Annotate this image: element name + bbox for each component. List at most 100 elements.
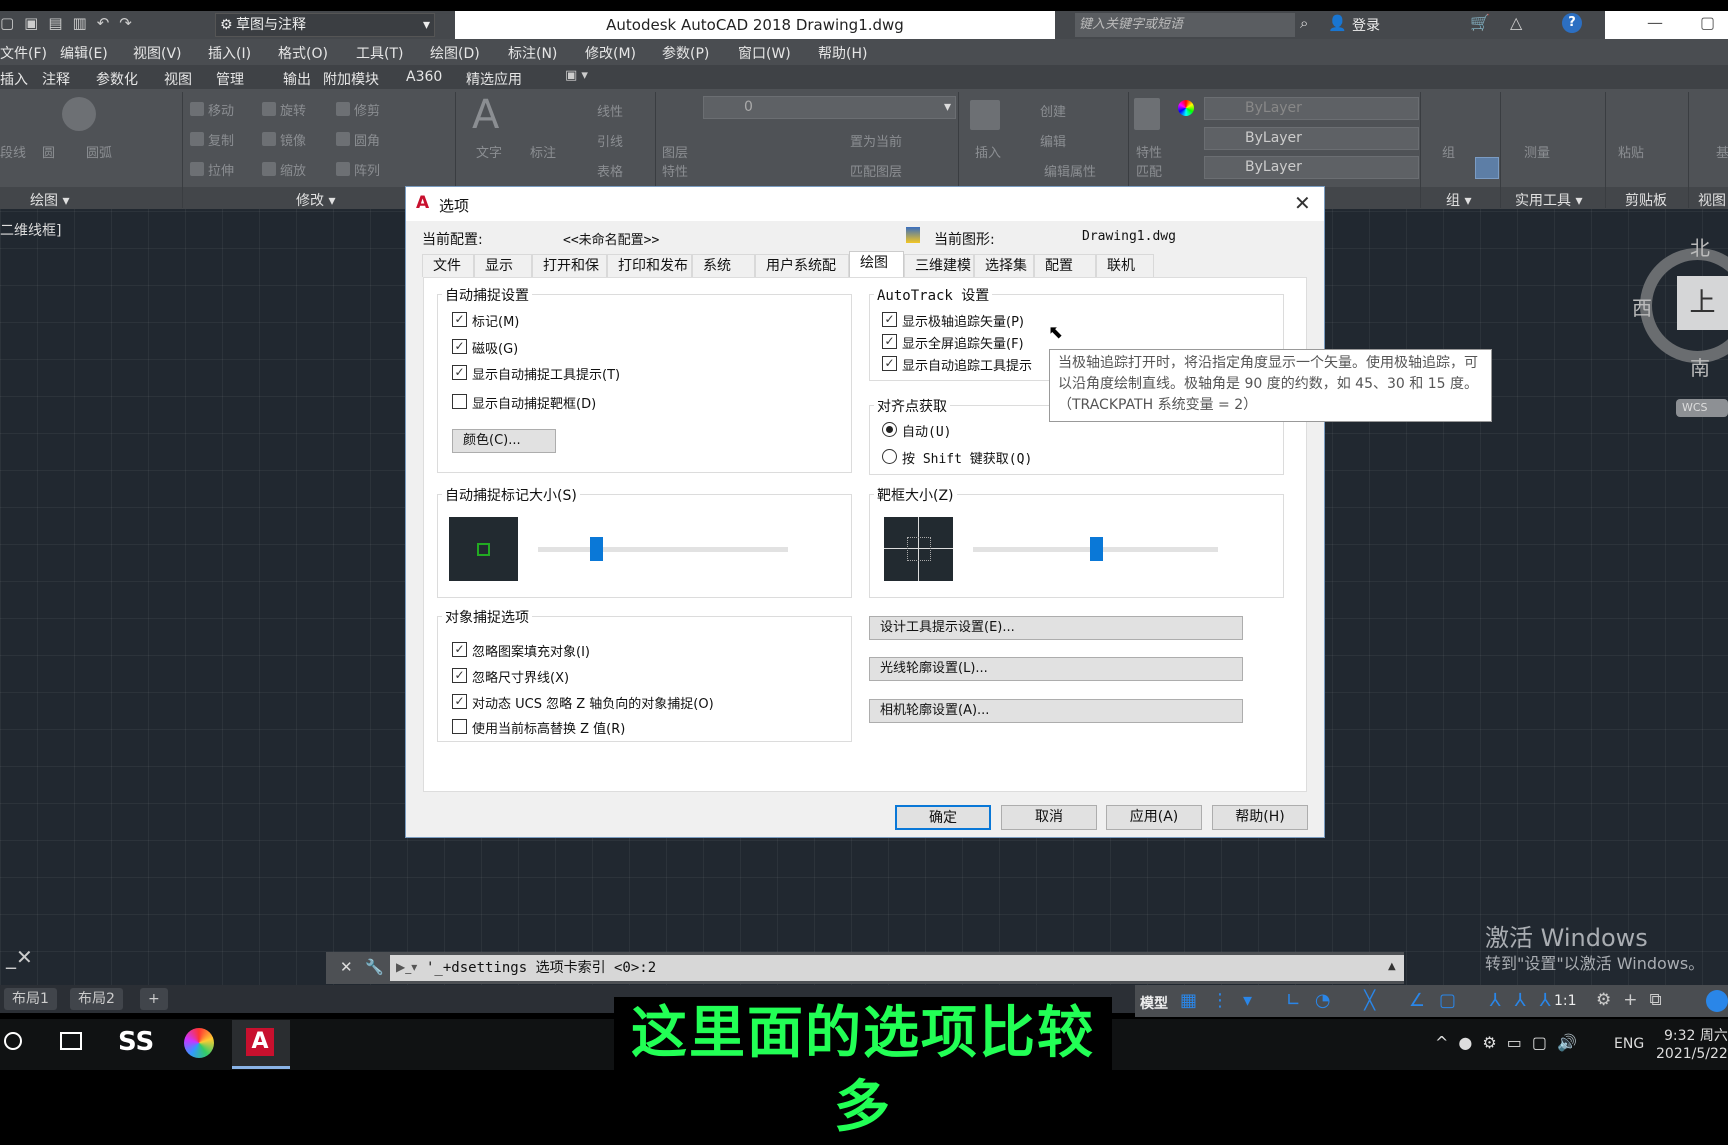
match-layer-button[interactable]: 匹配图层 bbox=[850, 161, 902, 180]
polyline-label[interactable]: 段线 bbox=[0, 142, 26, 161]
edit-attributes-button[interactable]: 编辑属性 bbox=[1044, 161, 1096, 180]
modify-tool-icon[interactable] bbox=[336, 162, 350, 176]
maximize-button[interactable]: ▢ bbox=[1700, 13, 1715, 32]
checkbox[interactable]: ✓ bbox=[452, 312, 467, 327]
dialog-close-button[interactable]: ✕ bbox=[1294, 191, 1311, 215]
menu-item[interactable]: 参数(P) bbox=[662, 43, 709, 63]
ribbon-tab[interactable]: 管理 bbox=[216, 69, 244, 89]
apply-button[interactable]: 应用(A) bbox=[1106, 805, 1202, 830]
panel-title-view[interactable]: 视图 bbox=[1698, 190, 1726, 210]
slider-thumb[interactable] bbox=[589, 537, 603, 561]
radio-label[interactable]: 按 Shift 键获取(Q) bbox=[902, 448, 1032, 467]
linear-label[interactable]: 线性 bbox=[597, 101, 623, 120]
edit-block-button[interactable]: 编辑 bbox=[1040, 131, 1066, 150]
tab-4[interactable]: 系统 bbox=[692, 254, 755, 277]
minimize-button[interactable]: — bbox=[1647, 13, 1663, 32]
modify-tool-0[interactable]: 移动 bbox=[208, 100, 234, 119]
group-button[interactable]: 组 bbox=[1442, 142, 1455, 161]
viewport-style-label[interactable]: 二维线框] bbox=[0, 220, 61, 240]
colors-button[interactable]: 颜色(C)... bbox=[452, 429, 556, 453]
status-settings[interactable]: ⚙+⧉ bbox=[1596, 990, 1674, 1010]
radio-label[interactable]: 自动(U) bbox=[902, 421, 951, 440]
menu-item[interactable]: 格式(O) bbox=[278, 43, 328, 63]
search-input[interactable]: 键入关键字或短语 bbox=[1075, 13, 1295, 37]
checkbox-label[interactable]: 显示极轴追踪矢量(P) bbox=[902, 311, 1024, 330]
create-block-button[interactable]: 创建 bbox=[1040, 101, 1066, 120]
command-prompt-icon[interactable]: ▶_▾ bbox=[396, 960, 417, 974]
checkbox[interactable]: ✓ bbox=[452, 365, 467, 380]
panel-title-group[interactable]: 组 ▾ bbox=[1446, 190, 1471, 210]
status-toggles[interactable]: ▦⋮▾ ∟◔ ╳ ∠▢ ⅄⅄⅄ bbox=[1180, 990, 1565, 1011]
checkbox-label[interactable]: 显示自动捕捉工具提示(T) bbox=[472, 364, 620, 383]
tab-7[interactable]: 三维建模 bbox=[904, 254, 974, 277]
tab-0[interactable]: 文件 bbox=[422, 254, 474, 277]
menu-item[interactable]: 标注(N) bbox=[508, 43, 557, 63]
checkbox-label[interactable]: 磁吸(G) bbox=[472, 338, 518, 357]
checkbox[interactable] bbox=[452, 719, 467, 734]
tab-5[interactable]: 用户系统配置 bbox=[755, 254, 849, 296]
modify-tool-icon[interactable] bbox=[336, 132, 350, 146]
modify-tool-2[interactable]: 修剪 bbox=[354, 100, 380, 119]
command-history-icon[interactable]: ▲ bbox=[1388, 961, 1396, 972]
viewcube-south[interactable]: 南 bbox=[1690, 352, 1710, 381]
checkbox-label[interactable]: 显示全屏追踪矢量(F) bbox=[902, 333, 1024, 352]
ribbon-minimize-icon[interactable]: ▣ ▾ bbox=[565, 68, 588, 83]
model-space-button[interactable]: 模型 bbox=[1140, 993, 1168, 1013]
menu-item[interactable]: 窗口(W) bbox=[738, 43, 791, 63]
panel-title-clipboard[interactable]: 剪贴板 bbox=[1625, 190, 1667, 210]
radio-button[interactable] bbox=[882, 422, 897, 437]
measure-button[interactable]: 测量 bbox=[1524, 142, 1550, 161]
checkbox[interactable]: ✓ bbox=[882, 312, 897, 327]
ribbon-tab[interactable]: 插入 bbox=[0, 69, 28, 89]
tab-3[interactable]: 打印和发布 bbox=[607, 254, 692, 277]
tab-6[interactable]: 绘图 bbox=[849, 251, 904, 278]
help-icon[interactable]: ? bbox=[1562, 13, 1582, 33]
tab-1[interactable]: 显示 bbox=[474, 254, 532, 277]
text-icon[interactable]: A bbox=[472, 92, 499, 138]
modify-tool-4[interactable]: 镜像 bbox=[280, 130, 306, 149]
language-indicator[interactable]: ENG bbox=[1614, 1036, 1644, 1052]
match-properties-label[interactable]: 特性 bbox=[1136, 142, 1162, 161]
modify-tool-icon[interactable] bbox=[262, 162, 276, 176]
set-current-button[interactable]: 置为当前 bbox=[850, 131, 902, 150]
modify-tool-3[interactable]: 复制 bbox=[208, 130, 234, 149]
checkbox[interactable]: ✓ bbox=[452, 642, 467, 657]
checkbox[interactable]: ✓ bbox=[452, 668, 467, 683]
cancel-button[interactable]: 取消 bbox=[1001, 805, 1097, 830]
layer-dropdown[interactable]: 0 ▾ bbox=[703, 96, 956, 119]
circle-icon[interactable] bbox=[62, 97, 96, 131]
wcs-dropdown[interactable]: WCS bbox=[1676, 399, 1728, 417]
clock-date[interactable]: 2021/5/22 bbox=[1656, 1046, 1728, 1062]
color-dropdown[interactable]: ByLayer bbox=[1204, 97, 1419, 120]
menu-item[interactable]: 插入(I) bbox=[208, 43, 251, 63]
panel-title-draw[interactable]: 绘图 ▾ bbox=[30, 190, 69, 210]
menu-item[interactable]: 视图(V) bbox=[133, 43, 182, 63]
leader-label[interactable]: 引线 bbox=[597, 131, 623, 150]
side-button-1[interactable]: 光线轮廓设置(L)... bbox=[869, 657, 1243, 681]
menu-item[interactable]: 修改(M) bbox=[585, 43, 636, 63]
ribbon-tab[interactable]: 参数化 bbox=[96, 69, 138, 89]
panel-title-modify[interactable]: 修改 ▾ bbox=[296, 190, 335, 210]
close-icon[interactable]: _✕ bbox=[6, 945, 33, 969]
modify-tool-icon[interactable] bbox=[262, 102, 276, 116]
hardware-accel-icon[interactable] bbox=[1706, 990, 1728, 1012]
ribbon-tab[interactable]: 输出 bbox=[283, 69, 311, 89]
modify-tool-8[interactable]: 阵列 bbox=[354, 160, 380, 179]
clock-time[interactable]: 9:32 周六 bbox=[1664, 1025, 1728, 1045]
modify-tool-icon[interactable] bbox=[190, 132, 204, 146]
layout-tab-1[interactable]: 布局2 bbox=[70, 988, 123, 1010]
binoculars-icon[interactable]: ⌕ bbox=[1300, 14, 1308, 32]
viewcube-west[interactable]: 西 bbox=[1632, 292, 1652, 321]
marker-size-slider[interactable] bbox=[538, 537, 788, 561]
ribbon-tab[interactable]: A360 bbox=[406, 69, 442, 85]
modify-tool-6[interactable]: 拉伸 bbox=[208, 160, 234, 179]
command-close-icon[interactable]: ✕ bbox=[340, 958, 353, 976]
menu-item[interactable]: 工具(T) bbox=[356, 43, 403, 63]
autodesk-icon[interactable]: △ bbox=[1510, 13, 1522, 32]
checkbox-label[interactable]: 忽略图案填充对象(I) bbox=[472, 641, 590, 660]
quick-access-toolbar[interactable]: ▢▣▤▥↶↷ bbox=[0, 14, 142, 32]
insert-label[interactable]: 插入 bbox=[975, 142, 1001, 161]
linetype-dropdown[interactable]: ByLayer bbox=[1204, 127, 1419, 150]
checkbox[interactable]: ✓ bbox=[452, 694, 467, 709]
ribbon-tab[interactable]: 附加模块 bbox=[323, 69, 379, 89]
